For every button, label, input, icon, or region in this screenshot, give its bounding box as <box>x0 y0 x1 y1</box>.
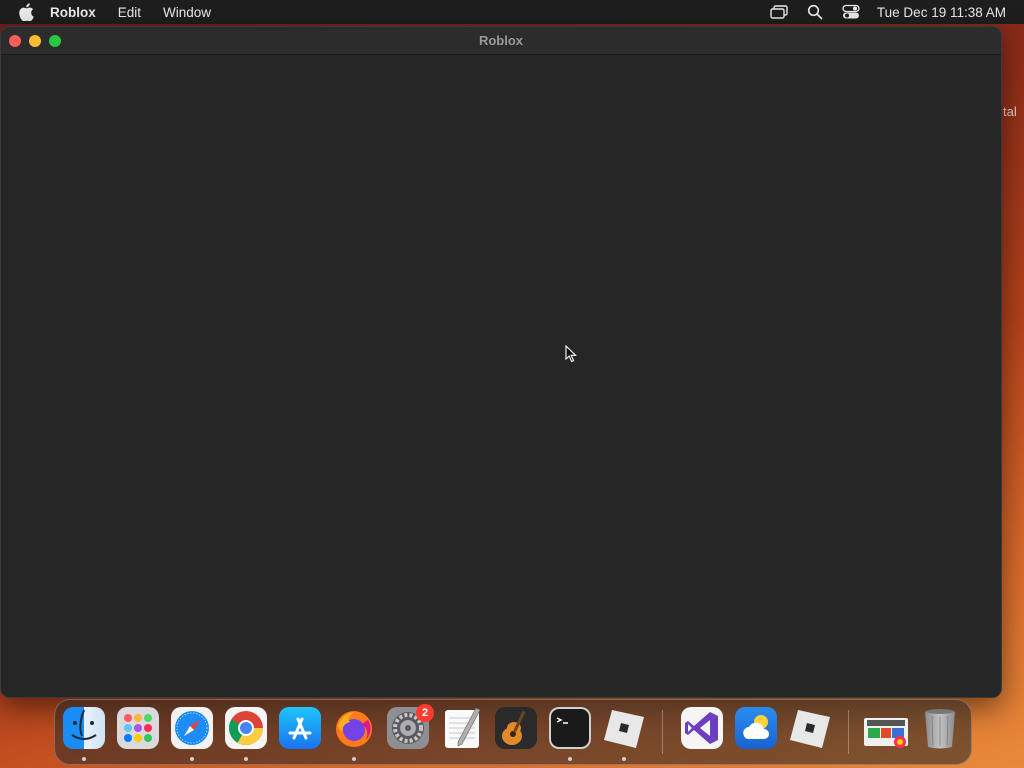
running-indicator <box>352 757 356 761</box>
terminal-icon[interactable] <box>548 706 592 750</box>
running-indicator <box>82 757 86 761</box>
dock-separator <box>848 710 849 754</box>
chrome-icon[interactable] <box>224 706 268 750</box>
menu-edit[interactable]: Edit <box>118 5 141 20</box>
control-center-icon[interactable] <box>841 3 861 21</box>
screen-mirroring-icon[interactable] <box>769 3 789 21</box>
weather-icon[interactable] <box>734 706 778 750</box>
window-content-area[interactable] <box>1 55 1001 697</box>
roblox-studio-icon[interactable] <box>788 706 832 750</box>
window-title: Roblox <box>478 33 524 48</box>
textedit-icon[interactable] <box>440 706 484 750</box>
window-minimize-button[interactable] <box>29 34 41 47</box>
finder-icon[interactable] <box>62 706 106 750</box>
menu-bar-clock[interactable]: Tue Dec 19 11:38 AM <box>877 5 1006 20</box>
desktop-background-text: tal <box>1003 104 1017 119</box>
downloads-stack-icon[interactable] <box>864 706 908 750</box>
window-title-bar[interactable]: Roblox <box>1 27 1001 55</box>
window-fullscreen-button[interactable] <box>49 34 61 47</box>
menu-bar: Roblox Edit Window Tue Dec 19 11:38 AM <box>0 0 1024 24</box>
running-indicator <box>622 757 626 761</box>
firefox-icon[interactable] <box>332 706 376 750</box>
app-store-icon[interactable] <box>278 706 322 750</box>
garageband-icon[interactable] <box>494 706 538 750</box>
spotlight-search-icon[interactable] <box>805 3 825 21</box>
notification-badge: 2 <box>416 704 434 722</box>
settings-icon[interactable]: 2 <box>386 704 434 750</box>
running-indicator <box>190 757 194 761</box>
visual-studio-icon[interactable] <box>680 706 724 750</box>
window-close-button[interactable] <box>9 34 21 47</box>
launchpad-icon[interactable] <box>116 706 160 750</box>
roblox-icon[interactable] <box>602 706 646 750</box>
apple-menu-icon[interactable] <box>16 2 36 22</box>
trash-icon[interactable] <box>918 706 962 750</box>
menu-window[interactable]: Window <box>163 5 211 20</box>
dock-separator <box>662 710 663 754</box>
roblox-window: Roblox <box>0 26 1002 698</box>
dock: 2 <box>54 699 972 765</box>
mouse-cursor-icon <box>565 344 579 363</box>
safari-icon[interactable] <box>170 706 214 750</box>
running-indicator <box>244 757 248 761</box>
running-indicator <box>568 757 572 761</box>
menu-app-name[interactable]: Roblox <box>50 5 96 20</box>
